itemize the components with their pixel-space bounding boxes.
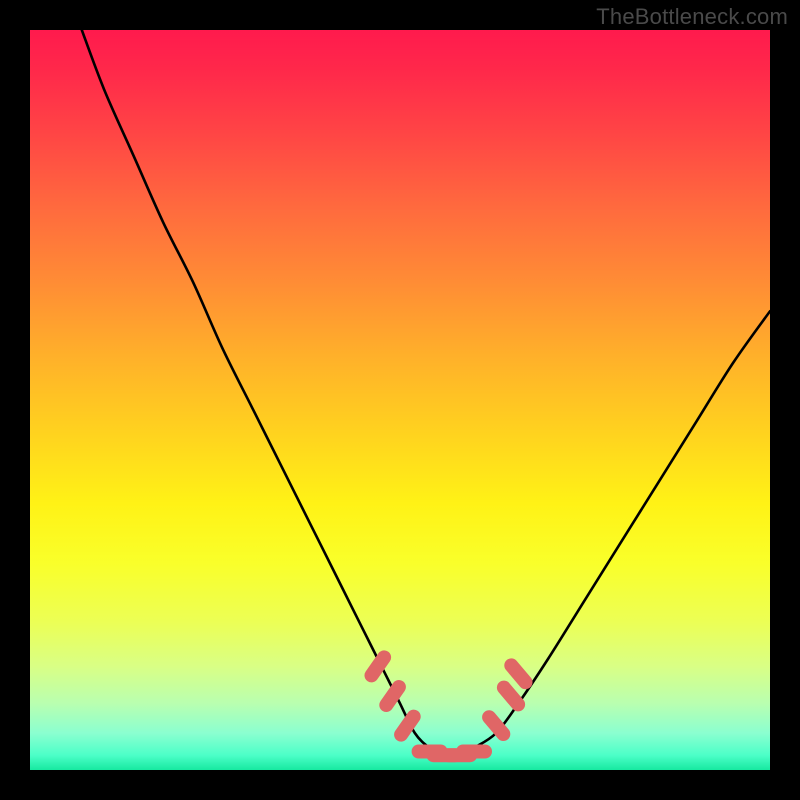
curve-layer (30, 30, 770, 770)
watermark-text: TheBottleneck.com (596, 4, 788, 30)
curve-marker (401, 717, 414, 735)
chart-frame: TheBottleneck.com (0, 0, 800, 800)
bottleneck-curve (82, 30, 770, 756)
curve-marker (386, 687, 399, 705)
curve-marker (504, 688, 518, 705)
curve-marker (511, 665, 525, 682)
curve-marker (489, 717, 503, 734)
plot-area (30, 30, 770, 770)
curve-marker (372, 657, 385, 675)
